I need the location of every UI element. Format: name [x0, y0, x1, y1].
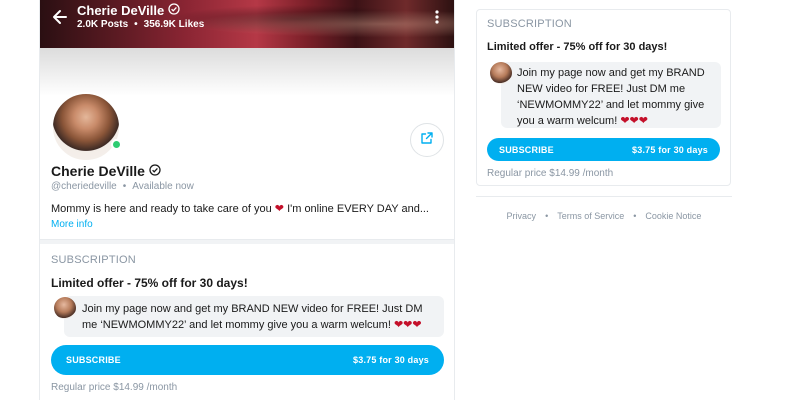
profile-column: Cherie DeVille 2.0K Posts • 356.9K Likes C…	[39, 0, 455, 400]
hearts-icon: ❤❤❤	[620, 115, 648, 127]
more-vertical-icon[interactable]	[432, 9, 442, 25]
subscribe-price: $3.75 for 30 days	[632, 144, 708, 155]
verified-icon	[168, 3, 180, 18]
subscribe-price: $3.75 for 30 days	[353, 355, 429, 365]
promo-message: Join my page now and get my BRAND NEW vi…	[501, 62, 721, 128]
regular-price: Regular price $14.99 /month	[487, 168, 614, 179]
heart-icon: ❤	[274, 203, 284, 215]
posts-count: 2.0K Posts	[77, 19, 129, 30]
subscription-label: SUBSCRIPTION	[51, 254, 136, 266]
share-icon	[420, 131, 434, 150]
footer-links: Privacy • Terms of Service • Cookie Noti…	[476, 211, 732, 221]
subscribe-label: SUBSCRIBE	[66, 355, 121, 365]
offer-title: Limited offer - 75% off for 30 days!	[51, 276, 248, 290]
footer-divider	[476, 196, 732, 197]
share-button[interactable]	[410, 123, 444, 157]
hearts-icon: ❤❤❤	[393, 319, 422, 331]
message-avatar	[490, 62, 512, 84]
profile-subline: @cheriedeville • Available now	[51, 181, 194, 192]
offer-title: Limited offer - 75% off for 30 days!	[487, 41, 668, 53]
regular-price: Regular price $14.99 /month	[51, 382, 178, 393]
promo-message-text: Join my page now and get my BRAND NEW vi…	[517, 67, 705, 127]
verified-icon	[149, 163, 161, 179]
subscription-label: SUBSCRIPTION	[487, 18, 572, 30]
back-arrow-icon[interactable]	[50, 7, 70, 27]
bio-text-1: Mommy is here and ready to take care of …	[51, 203, 272, 215]
likes-count: 356.9K Likes	[143, 19, 205, 30]
profile-name: Cherie DeVille	[51, 163, 161, 179]
section-divider	[40, 239, 454, 244]
online-status-dot	[111, 139, 122, 150]
subscribe-button[interactable]: SUBSCRIBE $3.75 for 30 days	[487, 138, 720, 161]
profile-bio: Mommy is here and ready to take care of …	[51, 202, 429, 215]
promo-message: Join my page now and get my BRAND NEW vi…	[64, 296, 444, 337]
subscription-card: SUBSCRIPTION Limited offer - 75% off for…	[476, 9, 731, 186]
promo-message-text: Join my page now and get my BRAND NEW vi…	[82, 303, 423, 331]
subscribe-label: SUBSCRIBE	[499, 144, 554, 155]
more-info-link[interactable]: More info	[51, 219, 93, 230]
privacy-link[interactable]: Privacy	[507, 211, 537, 221]
availability-status: Available now	[132, 181, 194, 192]
subscribe-button[interactable]: SUBSCRIBE $3.75 for 30 days	[51, 345, 444, 375]
profile-name-text: Cherie DeVille	[51, 163, 145, 179]
terms-link[interactable]: Terms of Service	[557, 211, 624, 221]
footer-separator: •	[633, 211, 637, 221]
avatar[interactable]	[51, 92, 121, 162]
header-name: Cherie DeVille	[77, 3, 165, 18]
profile-handle: @cheriedeville	[51, 181, 117, 192]
message-avatar	[54, 297, 76, 319]
header-stats: 2.0K Posts • 356.9K Likes	[77, 19, 204, 30]
stats-separator: •	[134, 19, 138, 30]
cookie-notice-link[interactable]: Cookie Notice	[645, 211, 701, 221]
cover-fade	[40, 48, 454, 96]
bio-text-2: I'm online EVERY DAY and...	[287, 203, 429, 215]
subline-separator: •	[122, 181, 127, 192]
footer-separator: •	[545, 211, 549, 221]
header-title: Cherie DeVille	[77, 3, 180, 18]
